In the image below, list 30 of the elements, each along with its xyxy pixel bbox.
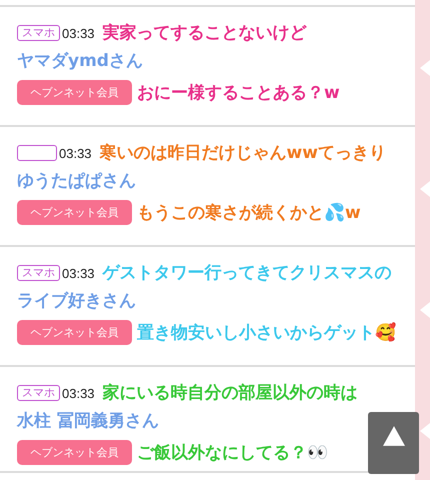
- post-time: 03:33: [62, 26, 95, 40]
- comment-text: ご飯以外なにしてる？👀: [137, 442, 328, 464]
- triangle-icon: [382, 426, 404, 446]
- member-label: ヘブンネット会員: [17, 320, 132, 345]
- pointer-icon: [420, 302, 430, 318]
- pointer-icon: [420, 60, 430, 76]
- post-time: 03:33: [62, 386, 95, 400]
- member-label: ヘブンネット会員: [17, 440, 132, 465]
- pointer-icon: [420, 423, 430, 439]
- user-name[interactable]: ゆうたぱぱさん: [17, 169, 136, 192]
- user-name[interactable]: ライブ好きさん: [17, 289, 136, 312]
- member-label: ヘブンネット会員: [17, 200, 132, 225]
- post-time: 03:33: [62, 266, 95, 280]
- device-tag: [17, 145, 57, 161]
- member-label: ヘブンネット会員: [17, 80, 132, 105]
- comment-text: おにー様することある？w: [137, 82, 340, 104]
- comment-text: 寒いのは昨日だけじゃんwwてっきり: [100, 142, 386, 164]
- comment-text: もうこの寒さが続くかと💦w: [137, 202, 361, 224]
- device-tag: スマホ: [17, 385, 60, 401]
- post-time: 03:33: [59, 146, 92, 160]
- comment-text: 家にいる時自分の部屋以外の時は: [102, 382, 358, 404]
- device-tag: スマホ: [17, 25, 60, 41]
- user-name[interactable]: 水柱 冨岡義勇さん: [17, 409, 159, 432]
- comment-text: 置き物安いし小さいからゲット🥰: [137, 322, 396, 344]
- comment-text: ゲストタワー行ってきてクリスマスの: [102, 262, 392, 284]
- pointer-icon: [420, 181, 430, 197]
- device-tag: スマホ: [17, 265, 60, 281]
- scroll-top-button[interactable]: [368, 412, 419, 474]
- user-name[interactable]: ヤマダymdさん: [17, 49, 143, 72]
- comment-text: 実家ってすることないけど: [102, 22, 307, 44]
